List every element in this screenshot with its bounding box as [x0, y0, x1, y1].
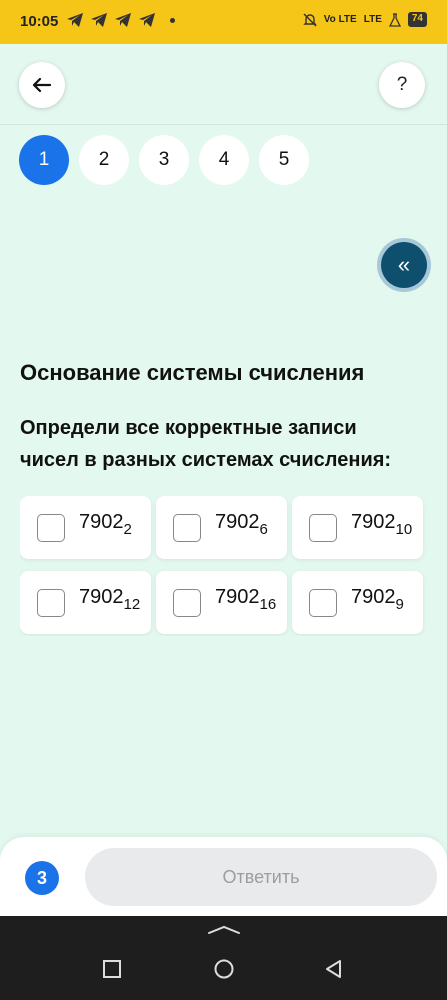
dot-icon — [170, 17, 175, 23]
back-button[interactable] — [19, 62, 65, 108]
option-number: 790216 — [215, 586, 276, 613]
flask-icon — [388, 12, 401, 27]
option-base: 10 — [395, 521, 413, 538]
option-number: 790210 — [351, 511, 412, 538]
status-time: 10:05 — [20, 13, 59, 30]
option-base: 16 — [259, 596, 277, 613]
arrow-left-icon — [32, 77, 52, 93]
option-number: 79026 — [215, 511, 268, 538]
option-card[interactable]: 790210 — [292, 496, 423, 559]
checkbox[interactable] — [309, 589, 337, 617]
telegram-icon — [115, 13, 131, 27]
attempts-badge: 3 — [25, 861, 59, 895]
task-question: Определи все корректные записи чисел в р… — [20, 417, 392, 471]
option-value: 7902 — [79, 511, 124, 533]
answer-panel: 3 Ответить — [0, 837, 447, 916]
option-value: 7902 — [215, 586, 260, 608]
step-1[interactable]: 1 — [19, 135, 69, 185]
option-base: 6 — [259, 521, 268, 538]
volte-label: Vo LTE — [323, 14, 357, 25]
checkbox[interactable] — [173, 514, 201, 542]
recent-apps-icon[interactable] — [101, 958, 123, 980]
option-base: 2 — [123, 521, 132, 538]
answer-button[interactable]: Ответить — [85, 848, 437, 906]
notification-icons — [66, 12, 175, 28]
option-value: 7902 — [351, 511, 396, 533]
lesson-screen: ? 1 2 3 4 5 « Основание системы счислени… — [0, 44, 447, 916]
double-chevron-left-icon: « — [397, 252, 411, 277]
checkbox[interactable] — [37, 514, 65, 542]
option-number: 79022 — [79, 511, 132, 538]
help-button[interactable]: ? — [379, 62, 425, 108]
step-2[interactable]: 2 — [79, 135, 129, 185]
option-card[interactable]: 790216 — [156, 571, 287, 634]
option-value: 7902 — [351, 586, 396, 608]
home-icon[interactable] — [213, 958, 235, 980]
option-value: 7902 — [215, 511, 260, 533]
collapse-theory-button[interactable]: « — [381, 242, 427, 288]
answer-options: 79022 79026 790210 790212 790216 79029 — [20, 496, 447, 636]
step-5[interactable]: 5 — [259, 135, 309, 185]
back-nav-icon[interactable] — [323, 958, 345, 980]
option-number: 790212 — [79, 586, 140, 613]
telegram-icon — [139, 13, 155, 27]
system-navigation-bar — [0, 916, 447, 1000]
telegram-icon — [91, 13, 107, 27]
task-title: Основание системы счисления — [20, 360, 365, 385]
status-bar: 10:05 Vo LTE LTE 74 — [0, 0, 447, 44]
option-card[interactable]: 790212 — [20, 571, 151, 634]
header-divider — [0, 124, 447, 125]
system-icons: Vo LTE LTE 74 — [303, 12, 427, 27]
option-value: 7902 — [79, 586, 124, 608]
step-3[interactable]: 3 — [139, 135, 189, 185]
checkbox[interactable] — [37, 589, 65, 617]
battery-icon: 74 — [407, 12, 427, 27]
option-card[interactable]: 79022 — [20, 496, 151, 559]
mute-icon — [303, 13, 317, 26]
option-number: 79029 — [351, 586, 404, 613]
option-card[interactable]: 79029 — [292, 571, 423, 634]
checkbox[interactable] — [173, 589, 201, 617]
option-base: 9 — [395, 596, 404, 613]
chevron-up-icon[interactable] — [206, 924, 242, 936]
option-base: 12 — [123, 596, 141, 613]
option-card[interactable]: 79026 — [156, 496, 287, 559]
step-4[interactable]: 4 — [199, 135, 249, 185]
signal-icon: LTE — [363, 14, 382, 25]
step-navigation: 1 2 3 4 5 — [19, 135, 309, 185]
checkbox[interactable] — [309, 514, 337, 542]
telegram-icon — [67, 13, 83, 27]
